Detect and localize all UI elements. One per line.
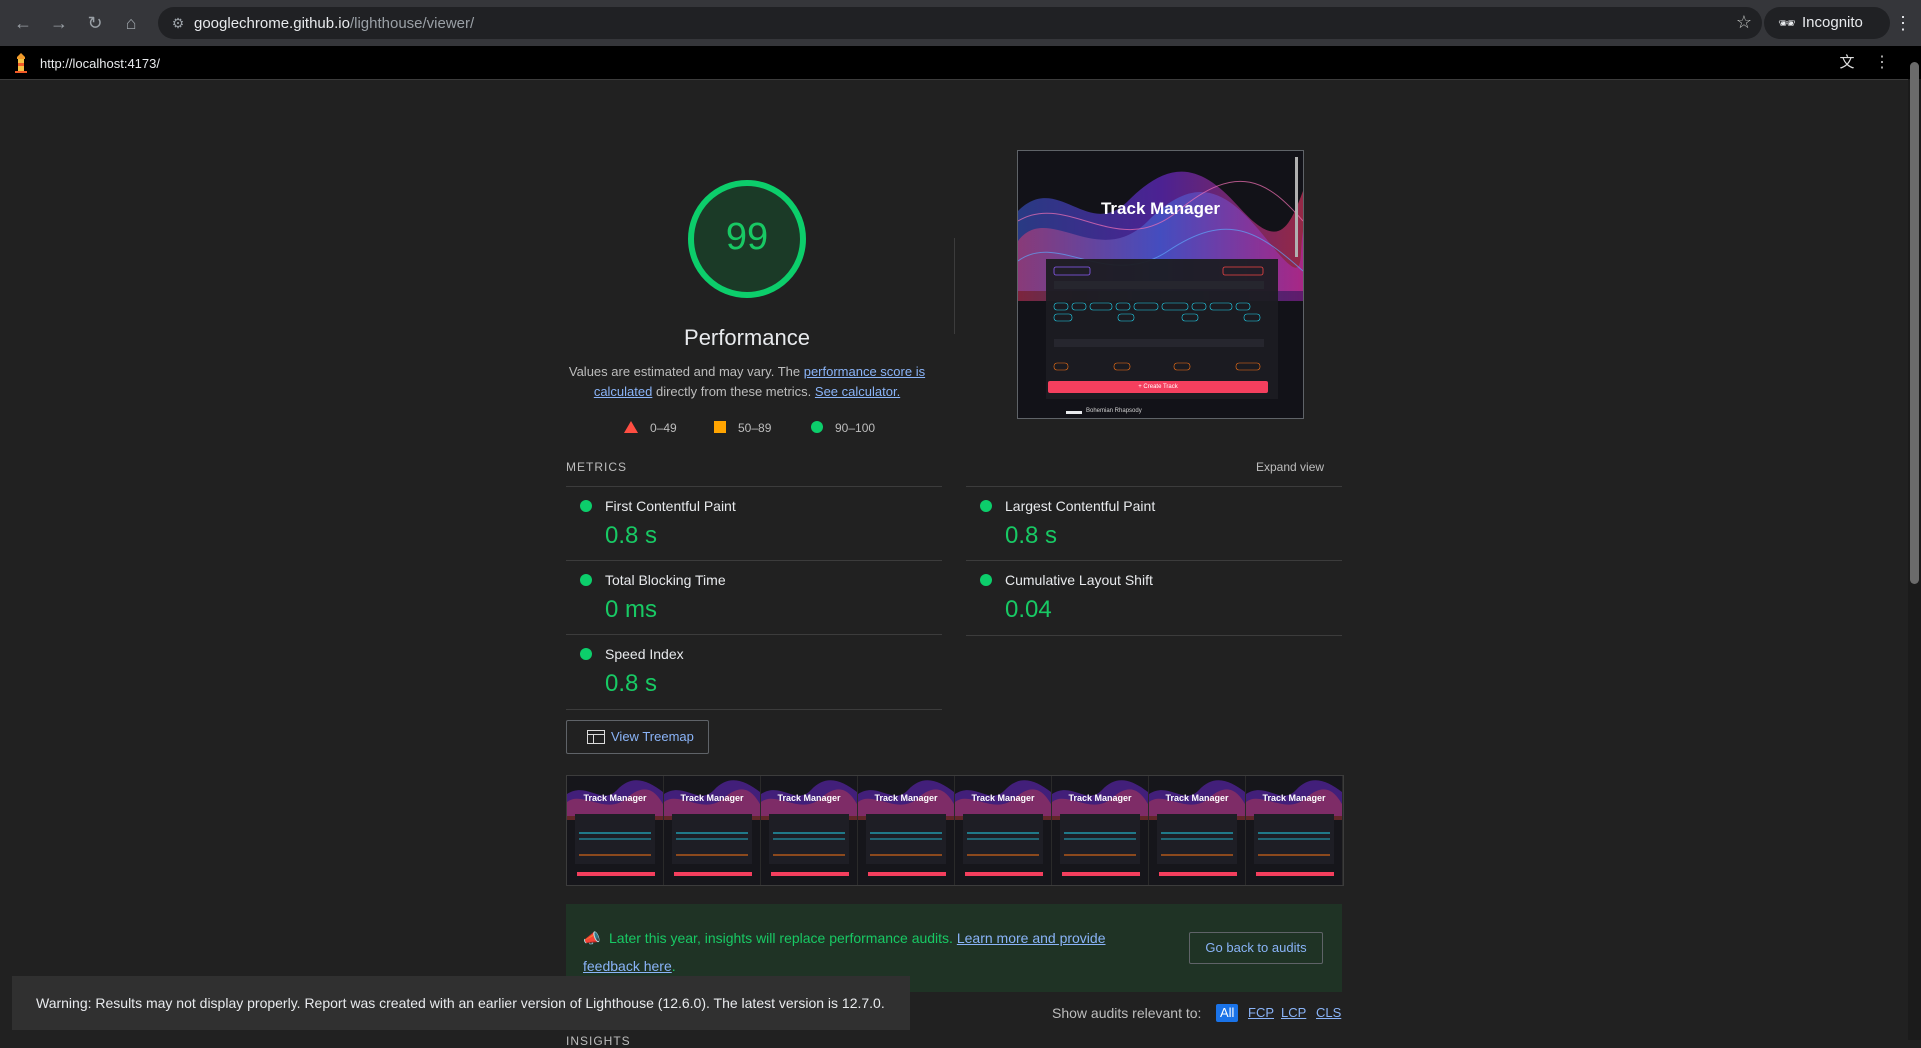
- final-screenshot[interactable]: Track Manager + Create Track Bohemian Rh…: [1017, 150, 1304, 419]
- url-host: googlechrome.github.io: [194, 15, 350, 32]
- filter-cls[interactable]: CLS: [1316, 1004, 1341, 1022]
- average-square-icon: [714, 421, 726, 433]
- treemap-icon: [587, 730, 605, 744]
- address-bar[interactable]: ⚙ googlechrome.github.io/lighthouse/view…: [158, 7, 1762, 39]
- filmstrip: Track Manager Track Manager Track Manager T…: [566, 775, 1344, 886]
- browser-menu-icon[interactable]: ⋮: [1892, 10, 1914, 36]
- back-icon[interactable]: ←: [10, 10, 36, 36]
- browser-toolbar: ← → ↻ ⌂ ⚙ googlechrome.github.io/lightho…: [0, 0, 1921, 46]
- performance-title: Performance: [684, 325, 810, 350]
- metric-fcp: First Contentful Paint 0.8 s: [566, 486, 942, 561]
- desc-text: Values are estimated and may vary. The: [568, 364, 804, 379]
- filmstrip-frame: Track Manager: [761, 776, 858, 885]
- final-screenshot-image: [1018, 151, 1303, 418]
- metric-title: Largest Contentful Paint: [1005, 498, 1156, 514]
- view-treemap-label: View Treemap: [611, 729, 694, 744]
- filmstrip-frame-title: Track Manager: [583, 793, 647, 803]
- filmstrip-frame-title: Track Manager: [680, 793, 744, 803]
- address-url[interactable]: googlechrome.github.io/lighthouse/viewer…: [194, 15, 474, 32]
- legend-average: 50–89: [714, 421, 771, 435]
- home-icon[interactable]: ⌂: [118, 10, 144, 36]
- metric-title: Cumulative Layout Shift: [1005, 572, 1153, 588]
- translate-icon[interactable]: 文: [1834, 51, 1860, 75]
- legend-fail: 0–49: [624, 421, 677, 435]
- report-menu-icon[interactable]: ⋮: [1872, 51, 1892, 75]
- metric-title: First Contentful Paint: [605, 498, 736, 514]
- incognito-label: Incognito: [1802, 14, 1863, 31]
- legend-average-label: 50–89: [738, 421, 772, 435]
- metric-value: 0.04: [1005, 596, 1052, 623]
- preview-footer-track: Bohemian Rhapsody: [1086, 408, 1142, 414]
- filter-lcp[interactable]: LCP: [1281, 1004, 1306, 1022]
- metric-value: 0 ms: [605, 596, 658, 623]
- preview-create-button: + Create Track: [1138, 384, 1178, 390]
- go-back-to-audits-button[interactable]: Go back to audits: [1189, 932, 1323, 964]
- pass-indicator: [580, 648, 592, 660]
- metric-lcp: Largest Contentful Paint 0.8 s: [966, 486, 1342, 561]
- lighthouse-topbar: http://localhost:4173/ 文 ⋮: [0, 46, 1921, 80]
- pass-indicator: [980, 574, 992, 586]
- filter-label: Show audits relevant to:: [1052, 1005, 1202, 1021]
- filmstrip-frame-title: Track Manager: [1068, 793, 1132, 803]
- filmstrip-frame-title: Track Manager: [1165, 793, 1229, 803]
- bookmark-star-icon[interactable]: ☆: [1736, 12, 1752, 33]
- site-settings-icon[interactable]: ⚙: [168, 13, 188, 33]
- filmstrip-frame: Track Manager: [858, 776, 955, 885]
- legend-pass: 90–100: [811, 421, 875, 435]
- pass-indicator: [580, 574, 592, 586]
- insights-message: 📣 Later this year, insights will replace …: [583, 924, 1143, 980]
- megaphone-icon: 📣: [583, 930, 601, 946]
- filmstrip-frame: Track Manager: [567, 776, 664, 885]
- filmstrip-frame-title: Track Manager: [874, 793, 938, 803]
- report-url[interactable]: http://localhost:4173/: [40, 56, 160, 71]
- filmstrip-frame-title: Track Manager: [1262, 793, 1326, 803]
- metric-speed-index: Speed Index 0.8 s: [566, 634, 942, 710]
- metric-value: 0.8 s: [605, 522, 658, 549]
- filmstrip-frame-title: Track Manager: [777, 793, 841, 803]
- metric-title: Total Blocking Time: [605, 572, 726, 588]
- metric-tbt: Total Blocking Time 0 ms: [566, 560, 942, 635]
- filter-fcp[interactable]: FCP: [1248, 1004, 1274, 1022]
- performance-score: 99: [725, 216, 769, 258]
- see-calculator-link[interactable]: See calculator.: [815, 384, 900, 399]
- lighthouse-logo-icon: [15, 53, 27, 73]
- warning-text: Warning: Results may not display properl…: [36, 995, 885, 1011]
- performance-description: Values are estimated and may vary. The p…: [566, 362, 928, 402]
- insights-text: Later this year, insights will replace p…: [609, 930, 953, 946]
- url-path: /lighthouse/viewer/: [349, 15, 475, 32]
- insights-trail: .: [671, 958, 676, 974]
- filmstrip-frame: Track Manager: [664, 776, 761, 885]
- fail-triangle-icon: [624, 421, 638, 433]
- pass-indicator: [580, 500, 592, 512]
- metrics-heading: METRICS: [566, 460, 627, 474]
- scrollbar-thumb[interactable]: [1910, 62, 1919, 584]
- desc-text-middle: directly from these metrics.: [652, 384, 815, 399]
- forward-icon[interactable]: →: [46, 10, 72, 36]
- legend-pass-label: 90–100: [835, 421, 876, 435]
- section-divider: [954, 238, 955, 334]
- filmstrip-frame: Track Manager: [1246, 776, 1343, 885]
- incognito-icon: 🕶: [1778, 15, 1796, 31]
- insights-section-heading: INSIGHTS: [566, 1034, 631, 1048]
- filter-all[interactable]: All: [1216, 1004, 1239, 1022]
- legend-fail-label: 0–49: [650, 421, 677, 435]
- filmstrip-frame-title: Track Manager: [971, 793, 1035, 803]
- pass-circle-icon: [811, 421, 823, 433]
- metric-title: Speed Index: [605, 646, 684, 662]
- expand-view-toggle[interactable]: Expand view: [1256, 460, 1324, 474]
- metric-value: 0.8 s: [1005, 522, 1058, 549]
- metric-value: 0.8 s: [605, 670, 658, 697]
- incognito-badge[interactable]: 🕶 Incognito: [1764, 7, 1890, 39]
- reload-icon[interactable]: ↻: [82, 10, 108, 36]
- pass-indicator: [980, 500, 992, 512]
- metric-cls: Cumulative Layout Shift 0.04: [966, 560, 1342, 636]
- filmstrip-frame: Track Manager: [1052, 776, 1149, 885]
- warning-toast: Warning: Results may not display properl…: [12, 976, 910, 1030]
- preview-app-title: Track Manager: [1100, 199, 1221, 218]
- view-treemap-button[interactable]: View Treemap: [566, 720, 709, 754]
- filmstrip-frame: Track Manager: [955, 776, 1052, 885]
- filmstrip-frame: Track Manager: [1149, 776, 1246, 885]
